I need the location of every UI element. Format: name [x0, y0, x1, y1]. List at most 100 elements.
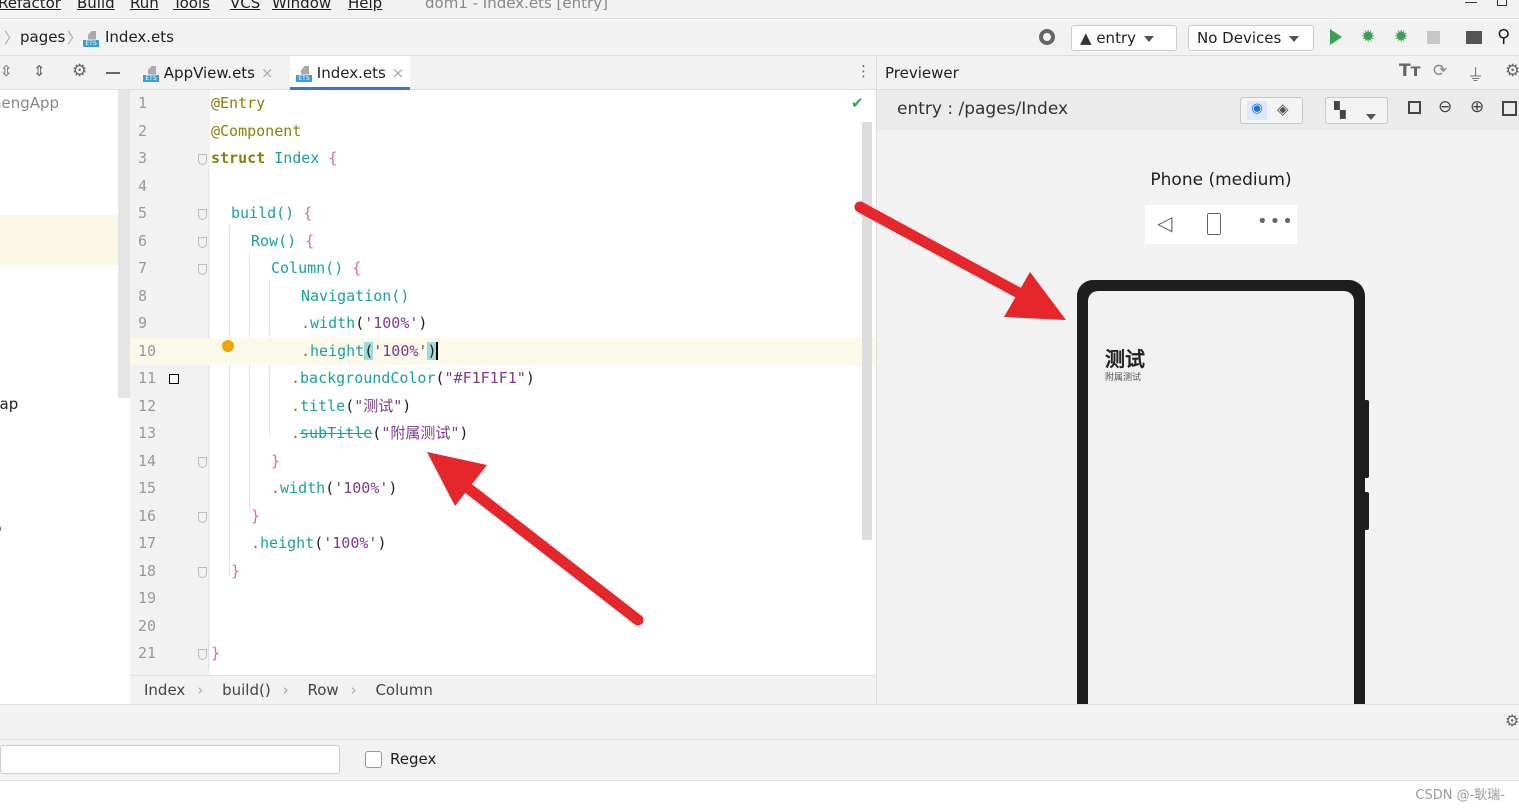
- fold-icon[interactable]: [198, 456, 207, 468]
- code-line[interactable]: 5 build() {: [130, 200, 876, 228]
- gear-icon[interactable]: ⚙: [72, 61, 87, 81]
- layers-icon[interactable]: ◈: [1277, 100, 1289, 118]
- tab-appview[interactable]: AppView.ets ×: [137, 56, 280, 90]
- fullscreen-icon[interactable]: [1502, 101, 1517, 116]
- project-item[interactable]: p: [0, 519, 2, 537]
- menu-build[interactable]: Build: [77, 0, 115, 12]
- project-scrollbar[interactable]: [118, 90, 130, 398]
- fold-icon[interactable]: [198, 236, 207, 248]
- rotate-device-icon[interactable]: [1207, 213, 1221, 235]
- tab-index[interactable]: Index.ets ×: [290, 56, 411, 90]
- fold-icon[interactable]: [198, 209, 207, 220]
- crumb-index[interactable]: Index: [144, 681, 185, 699]
- fold-icon[interactable]: [198, 566, 207, 578]
- attach-debugger-icon[interactable]: ✹: [1394, 27, 1408, 47]
- regex-checkbox[interactable]: [365, 751, 382, 768]
- code-text: }: [271, 451, 281, 470]
- inspector-toggle[interactable]: ◉ ◈: [1240, 97, 1303, 124]
- code-line[interactable]: 12 .title("测试"): [130, 393, 876, 421]
- menu-refactor[interactable]: Refactor: [0, 0, 61, 12]
- code-line[interactable]: 19: [130, 585, 876, 613]
- run-icon[interactable]: [1330, 29, 1342, 45]
- breadcrumb-pages[interactable]: pages: [20, 28, 65, 46]
- code-line[interactable]: 1 @Entry: [130, 90, 876, 118]
- line-number: 10: [138, 341, 157, 360]
- search-icon[interactable]: ⚲: [1497, 26, 1510, 47]
- zoom-in-icon[interactable]: ⊕: [1470, 97, 1484, 117]
- search-input[interactable]: [0, 745, 340, 774]
- crumb-row[interactable]: Row: [307, 681, 338, 699]
- code-line[interactable]: 17 .height('100%'): [130, 530, 876, 558]
- expand-all-icon[interactable]: ⇳: [0, 62, 13, 80]
- watermark: CSDN @-耿瑞-: [1415, 788, 1505, 803]
- font-size-icon[interactable]: Tт: [1399, 61, 1420, 81]
- gear-icon[interactable]: ⚙: [1505, 711, 1519, 730]
- editor-scrollbar[interactable]: [862, 122, 872, 540]
- code-line[interactable]: 18}: [130, 558, 876, 586]
- line-number: 9: [138, 314, 148, 332]
- code-line[interactable]: 9 .width('100%'): [130, 310, 876, 338]
- breadcrumb-index[interactable]: Index.ets: [105, 28, 174, 46]
- code-line[interactable]: 7 Column() {: [130, 255, 876, 283]
- code-line[interactable]: 2 @Component: [130, 118, 876, 146]
- module-select[interactable]: ▲ entry: [1071, 25, 1177, 51]
- no-problems-check-icon[interactable]: ✔: [851, 94, 864, 112]
- zoom-out-icon[interactable]: ⊖: [1438, 97, 1452, 117]
- more-options-icon[interactable]: ⋮: [856, 62, 871, 80]
- code-line[interactable]: 6 Row() {: [130, 228, 876, 256]
- code-text: struct Index {: [211, 149, 338, 167]
- minimize-icon[interactable]: [1465, 2, 1477, 3]
- collapse-all-icon[interactable]: ⇕: [33, 62, 46, 80]
- fit-icon[interactable]: [1408, 101, 1421, 114]
- plug-icon[interactable]: ⏚: [1467, 61, 1484, 86]
- crumb-build[interactable]: build(): [222, 681, 271, 699]
- crumb-column[interactable]: Column: [375, 681, 432, 699]
- restore-icon[interactable]: [1497, 0, 1507, 6]
- project-structure-icon[interactable]: [1466, 31, 1482, 44]
- menu-window[interactable]: Window: [272, 0, 331, 12]
- locate-icon[interactable]: [1039, 29, 1055, 45]
- code-line[interactable]: 13 .subTitle("附属测试"): [130, 420, 876, 448]
- color-swatch-icon[interactable]: [169, 374, 179, 384]
- more-icon[interactable]: •••: [1257, 211, 1295, 232]
- gear-icon[interactable]: ⚙: [1505, 61, 1519, 81]
- code-editor[interactable]: 1 @Entry 2 @Component 3 struct Index {4 5 build…: [130, 90, 876, 675]
- fold-icon[interactable]: [198, 511, 207, 523]
- close-icon[interactable]: ×: [392, 64, 405, 82]
- code-text: .backgroundColor("#F1F1F1"): [291, 369, 535, 387]
- menu-help[interactable]: Help: [348, 0, 382, 12]
- refresh-icon[interactable]: ⟳: [1433, 61, 1447, 81]
- code-line[interactable]: 8 Navigation(): [130, 283, 876, 311]
- fold-icon[interactable]: [198, 649, 207, 660]
- stop-icon[interactable]: [1427, 31, 1440, 44]
- code-line[interactable]: 10 .height('100%'): [130, 337, 876, 365]
- code-text: }: [231, 561, 241, 580]
- eye-icon[interactable]: ◉: [1247, 101, 1267, 120]
- hide-icon[interactable]: [106, 72, 120, 74]
- code-line[interactable]: 11 .backgroundColor("#F1F1F1"): [130, 365, 876, 393]
- project-item[interactable]: nap: [0, 395, 18, 413]
- fold-icon[interactable]: [198, 154, 207, 165]
- debug-icon[interactable]: ✹: [1361, 27, 1375, 47]
- fold-icon[interactable]: [198, 264, 207, 275]
- menu-vcs[interactable]: VCS: [230, 0, 260, 12]
- code-line[interactable]: 21}: [130, 640, 876, 668]
- project-item[interactable]: nengApp: [0, 94, 59, 112]
- code-line[interactable]: 15 .width('100%'): [130, 475, 876, 503]
- ets-file-icon: [83, 31, 99, 47]
- close-icon[interactable]: ×: [261, 64, 274, 82]
- device-select[interactable]: No Devices: [1188, 25, 1314, 51]
- code-line[interactable]: 14}: [130, 448, 876, 476]
- code-line[interactable]: 3 struct Index {: [130, 145, 876, 173]
- menu-tools[interactable]: Tools: [173, 0, 210, 12]
- line-number: 21: [138, 644, 157, 662]
- phone-screen[interactable]: 测试 附属测试: [1088, 291, 1354, 704]
- ets-file-icon: [143, 66, 159, 82]
- code-line[interactable]: 4: [130, 173, 876, 201]
- back-icon[interactable]: ◁: [1157, 211, 1172, 235]
- menu-run[interactable]: Run: [130, 0, 159, 12]
- layout-select[interactable]: ▚: [1325, 97, 1388, 124]
- code-line[interactable]: 16}: [130, 503, 876, 531]
- lightbulb-icon[interactable]: [222, 340, 234, 352]
- code-line[interactable]: 20: [130, 613, 876, 641]
